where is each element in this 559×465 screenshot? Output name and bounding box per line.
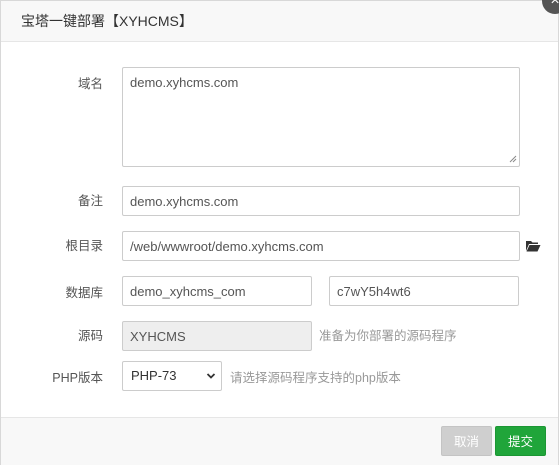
php-version-value: PHP-73 — [131, 368, 177, 383]
source-hint: 准备为你部署的源码程序 — [319, 329, 457, 343]
submit-button[interactable]: 提交 — [495, 426, 547, 456]
php-version-hint: 请选择源码程序支持的php版本 — [230, 371, 401, 385]
folder-open-icon[interactable] — [525, 239, 541, 253]
source-input — [122, 321, 312, 351]
root-dir-label: 根目录 — [65, 239, 103, 253]
db-name-input[interactable] — [122, 276, 312, 306]
remark-label: 备注 — [77, 194, 103, 208]
db-password-input[interactable] — [329, 276, 519, 306]
dialog-title-bar: 宝塔一键部署【XYHCMS】 — [1, 1, 558, 42]
domain-label: 域名 — [77, 77, 103, 91]
resize-grip-icon[interactable] — [509, 155, 517, 163]
root-dir-input[interactable] — [122, 231, 520, 261]
php-version-select[interactable]: PHP-73 — [122, 361, 222, 391]
source-label: 源码 — [77, 329, 103, 343]
domain-textarea[interactable]: demo.xyhcms.com — [122, 67, 520, 167]
dialog-footer: 取消 提交 — [1, 417, 558, 465]
chevron-down-icon — [206, 373, 216, 379]
dialog-title: 宝塔一键部署【XYHCMS】 — [21, 13, 193, 29]
database-label: 数据库 — [65, 286, 103, 300]
deploy-dialog: 宝塔一键部署【XYHCMS】 域名 demo.xyhcms.com 备注 根目录… — [0, 0, 559, 465]
cancel-button[interactable]: 取消 — [441, 426, 493, 456]
php-version-label: PHP版本 — [52, 371, 103, 385]
remark-input[interactable] — [122, 186, 520, 216]
